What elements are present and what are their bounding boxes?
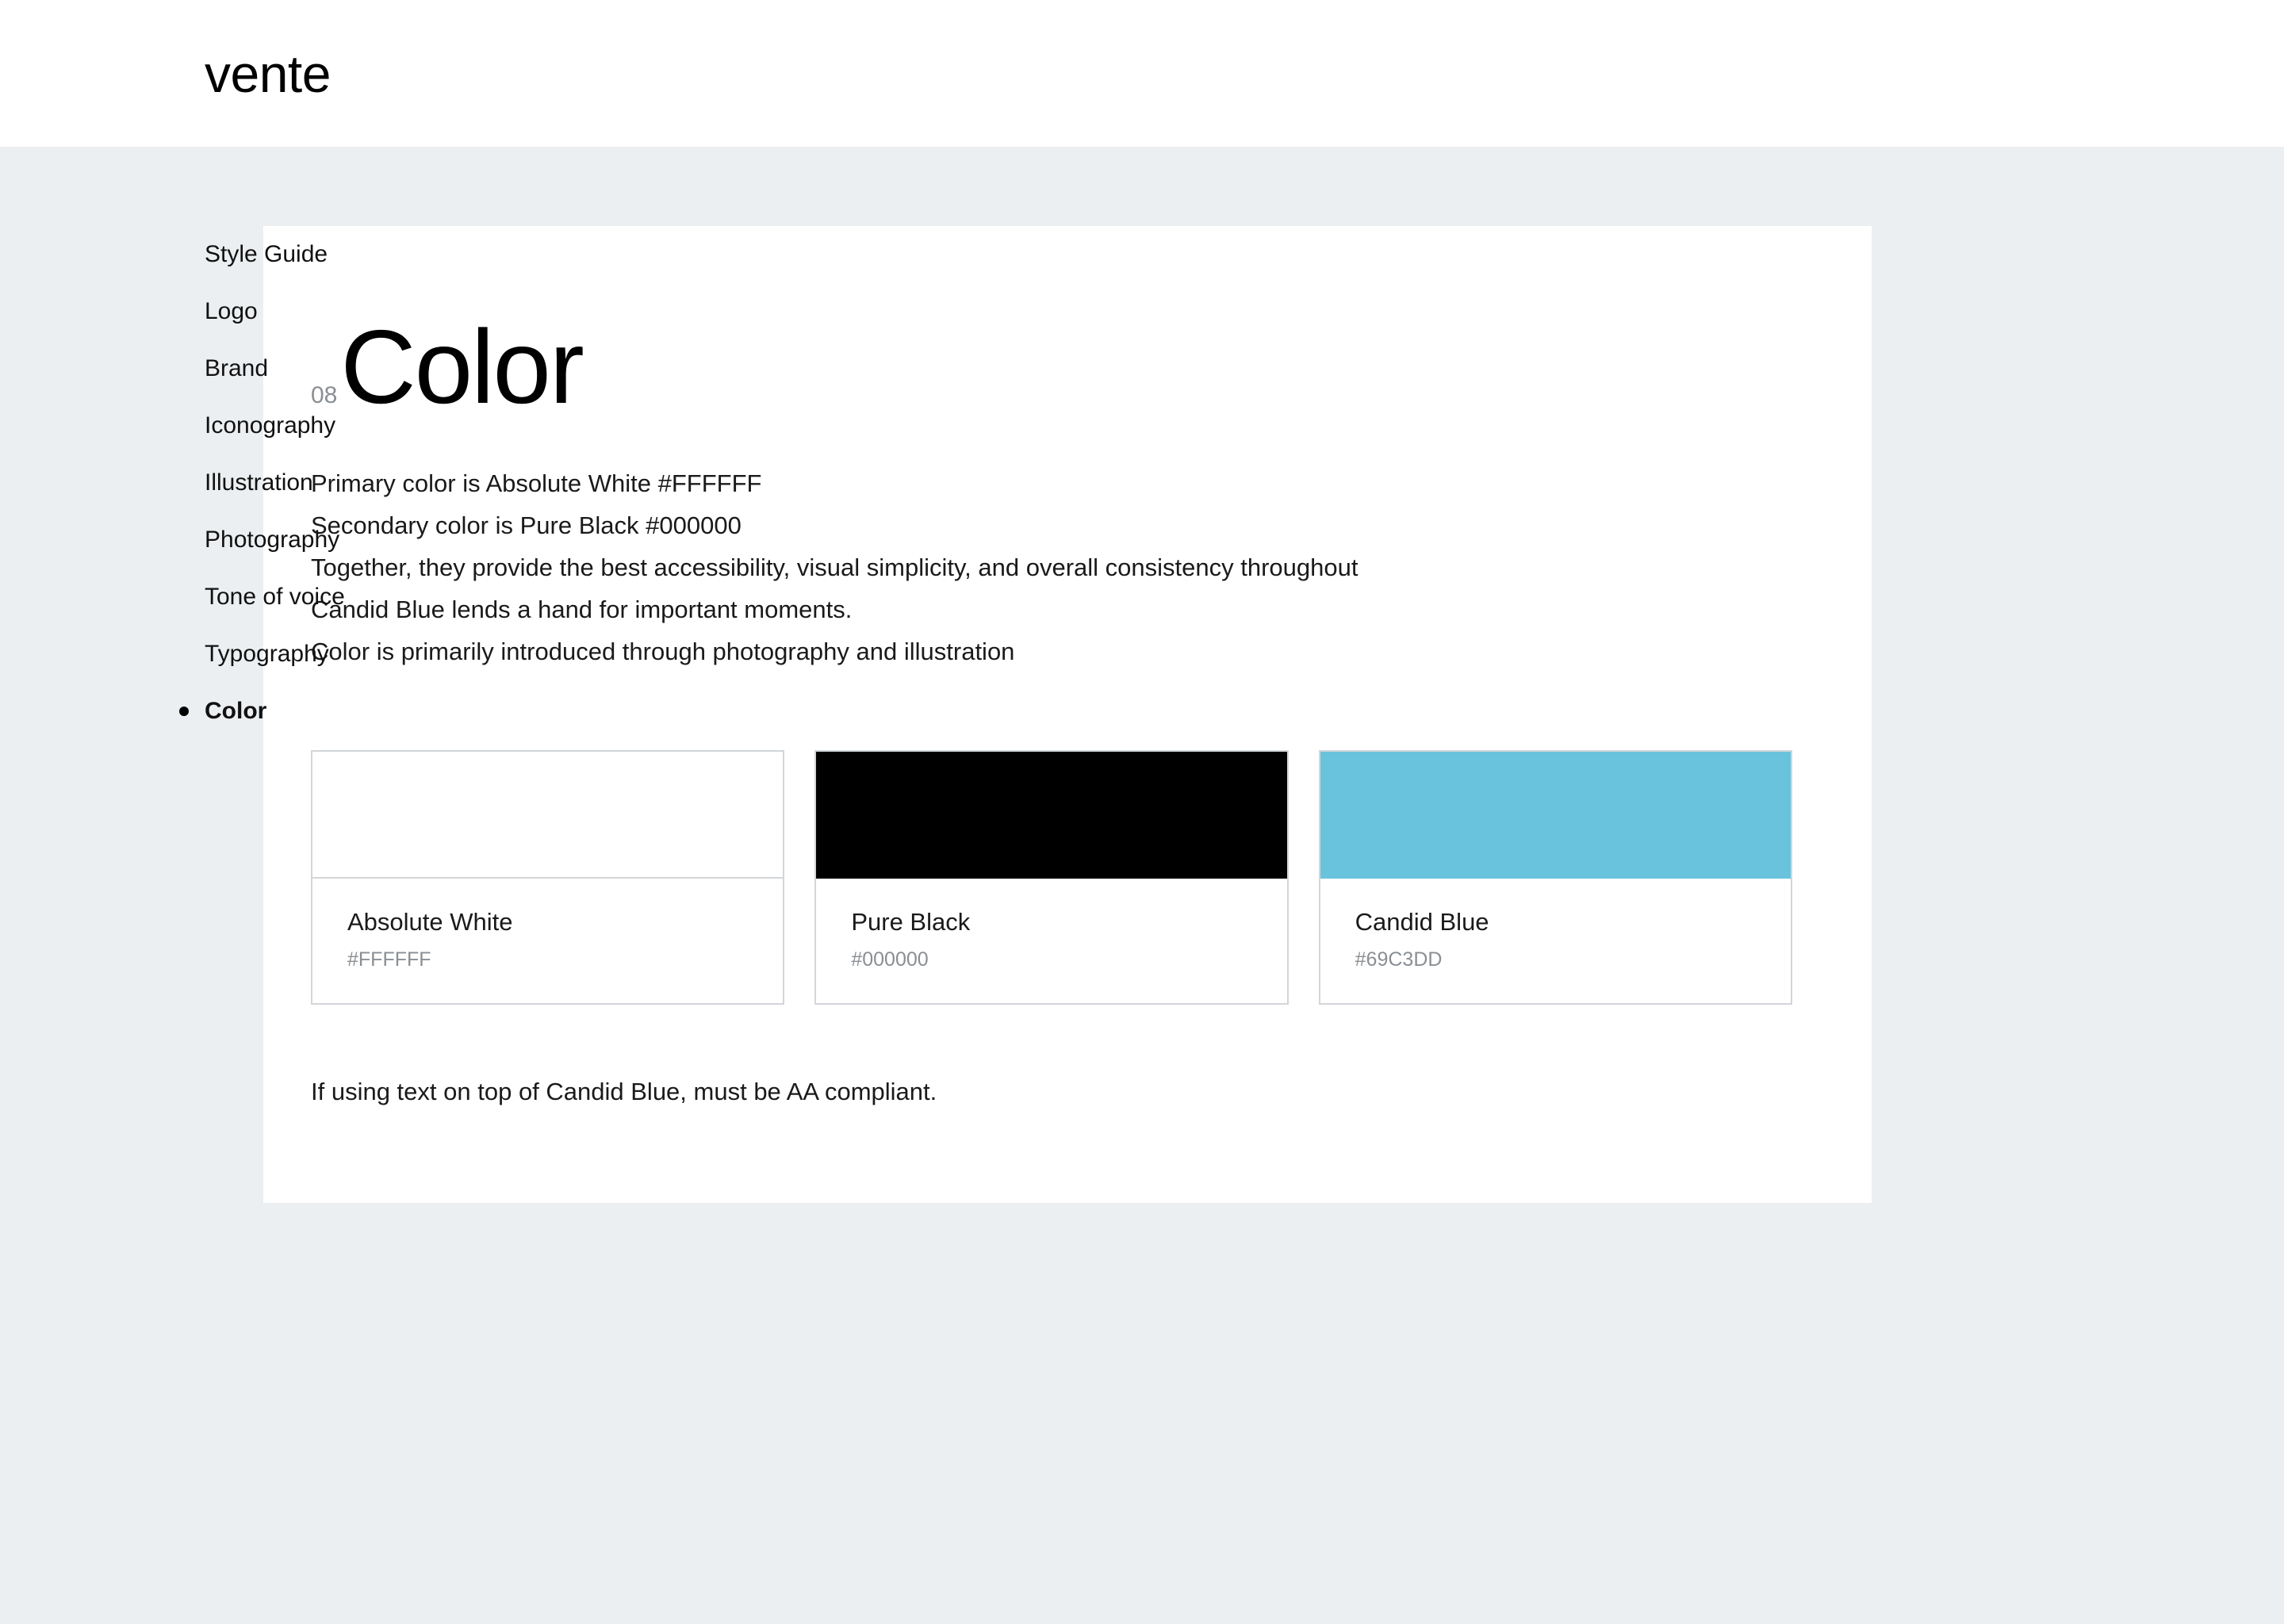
sidebar-item-tone-of-voice[interactable]: Tone of voice [159, 569, 345, 626]
swatch-meta: Absolute White #FFFFFF [312, 879, 783, 1003]
sidebar-item-illustration[interactable]: Illustration [159, 454, 313, 511]
sidebar-item-color[interactable]: Color [159, 683, 267, 740]
swatch-name: Candid Blue [1355, 908, 1489, 936]
swatch-hex-value: #69C3DD [1355, 948, 1443, 971]
sidebar-item-label: Color [205, 698, 267, 724]
swatch-meta: Pure Black #000000 [816, 879, 1286, 1003]
sidebar-nav: Style Guide Logo Brand Iconography Illustrat… [0, 226, 345, 740]
section-number: 08 [311, 382, 338, 408]
body-line: Primary color is Absolute White #FFFFFF [311, 469, 762, 497]
sidebar-item-label: Tone of voice [205, 584, 345, 610]
swatch-color-chip [816, 752, 1287, 879]
body-line: Secondary color is Pure Black #000000 [311, 511, 742, 539]
sidebar-item-style-guide[interactable]: Style Guide [159, 226, 328, 283]
page-title: 08 Color [311, 315, 1792, 419]
brand-logo[interactable]: vente [205, 48, 331, 100]
page-body: Style Guide Logo Brand Iconography Illustrat… [0, 147, 2284, 1204]
sidebar-nav-list: Style Guide Logo Brand Iconography Illustrat… [159, 226, 345, 740]
section-title: Color [340, 308, 584, 425]
sidebar-item-label: Illustration [205, 469, 313, 496]
swatch-color-chip [312, 752, 784, 879]
sidebar-item-label: Brand [205, 355, 269, 381]
body-line: Candid Blue lends a hand for important m… [311, 596, 853, 623]
body-copy: Primary color is Absolute White #FFFFFF S… [311, 462, 1792, 672]
swatch-meta: Candid Blue #69C3DD [1320, 879, 1791, 1003]
swatch-card[interactable]: Pure Black #000000 [814, 750, 1289, 1005]
sidebar-item-label: Typography [205, 641, 329, 667]
swatch-name: Pure Black [851, 908, 971, 936]
content-card: 08 Color Primary color is Absolute White… [263, 226, 1872, 1204]
body-line: Color is primarily introduced through ph… [311, 638, 1015, 665]
sidebar-item-label: Photography [205, 527, 340, 553]
swatch-card[interactable]: Absolute White #FFFFFF [311, 750, 785, 1005]
swatch-row: Absolute White #FFFFFF Pure Black #000000 Ca… [311, 750, 1792, 1005]
sidebar-item-brand[interactable]: Brand [159, 340, 268, 397]
sidebar-item-label: Logo [205, 298, 258, 324]
sidebar-item-photography[interactable]: Photography [159, 511, 339, 569]
swatch-name: Absolute White [347, 908, 513, 936]
sidebar-item-logo[interactable]: Logo [159, 283, 263, 340]
sidebar-item-label: Style Guide [205, 241, 328, 267]
accessibility-footnote: If using text on top of Candid Blue, mus… [311, 1077, 937, 1105]
swatch-hex-value: #FFFFFF [347, 948, 431, 971]
swatch-color-chip [1320, 752, 1791, 879]
swatch-hex-value: #000000 [851, 948, 929, 971]
sidebar-item-typography[interactable]: Typography [159, 626, 329, 683]
sidebar-item-label: Iconography [205, 412, 336, 439]
swatch-card[interactable]: Candid Blue #69C3DD [1318, 750, 1792, 1005]
sidebar-item-iconography[interactable]: Iconography [159, 397, 335, 454]
app-header: vente [0, 0, 2284, 147]
body-line: Together, they provide the best accessib… [311, 553, 1359, 581]
